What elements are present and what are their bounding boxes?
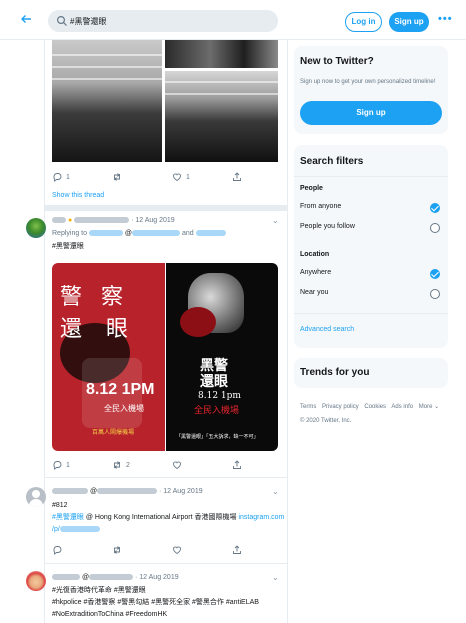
tweet-actions [52,545,278,557]
radio-checked-icon[interactable] [430,203,440,213]
hashtag-link[interactable]: #黑警還眼 [52,242,84,252]
filter-anywhere[interactable]: Anywhere [300,267,442,281]
top-bar: Log in Sign up ••• [0,0,466,40]
new-to-twitter-card: New to Twitter? Sign up now to get your … [294,46,448,134]
filter-near-you[interactable]: Near you [300,287,442,301]
radio-unchecked-icon[interactable] [430,289,440,299]
reply-count: 1 [66,173,70,181]
location-label: Location [300,251,330,258]
avatar[interactable] [26,487,46,507]
retweet-button[interactable] [112,545,122,555]
footer-link-cookies[interactable]: Cookies [364,404,386,410]
instagram-link[interactable]: instagram.com [238,514,284,521]
divider [45,477,287,478]
reply-icon [53,173,62,182]
footer-link-ads[interactable]: Ads info [391,404,413,410]
hashtag-links[interactable]: #hkpolice #香港警察 #警黑勾結 #黑警死全家 #警黑合作 #anti… [52,598,259,608]
signup-button[interactable]: Sign up [300,101,442,125]
retweet-icon [114,546,120,554]
retweet-icon [114,173,120,181]
card-text: Sign up now to get your own personalized… [300,79,436,85]
filter-people-you-follow[interactable]: People you follow [300,221,442,235]
like-button[interactable] [172,460,182,470]
tweet-photo[interactable] [165,40,278,68]
tweet-media[interactable]: 警 察 還 眼 8.12 1PM 全民入機場 百萬人鬧爆機場 黑警 還眼 8.1… [52,263,278,451]
card-title: Search filters [300,156,364,167]
footer-links: Terms Privacy policy Cookies Ads info Mo… [300,403,443,410]
avatar[interactable] [26,571,46,591]
tweet-header: @ · 12 Aug 2019 [52,487,203,497]
share-button[interactable] [232,545,242,555]
people-label: People [300,185,323,192]
retweet-button[interactable]: 2 [112,460,130,470]
tweet-actions: 1 2 [52,460,278,472]
share-button[interactable] [232,172,242,182]
footer-link-terms[interactable]: Terms [300,404,316,410]
search-box[interactable] [48,10,278,32]
reply-button[interactable] [52,545,62,555]
footer-link-more[interactable]: More ⌄ [419,404,439,410]
avatar[interactable] [26,218,46,238]
hashtag-link[interactable]: #黑警還眼 [52,514,84,521]
share-button[interactable] [232,460,242,470]
heart-icon [173,461,181,470]
like-button[interactable] [172,545,182,555]
search-filters-card: Search filters People From anyone People… [294,145,448,348]
login-button[interactable]: Log in [345,12,382,32]
heart-icon [173,546,181,555]
divider [45,205,287,211]
tweet-actions: 1 1 [52,172,278,184]
card-title: Trends for you [300,367,370,378]
signup-button-header[interactable]: Sign up [389,12,429,32]
replying-to: Replying to @ and [52,229,226,239]
footer-link-privacy[interactable]: Privacy policy [322,404,359,410]
tweet-photo-grid[interactable] [52,40,278,162]
share-icon [233,545,241,554]
tweet-link-line[interactable]: /p/ [52,525,100,535]
poster-right[interactable]: 黑警 還眼 8.12 1pm 全民入機場 「黑警還眼」「五大訴求，缺一不可」 [166,263,278,451]
reply-button[interactable]: 1 [52,460,70,470]
tweet-photo[interactable] [165,71,278,162]
share-icon [233,172,241,181]
trends-card: Trends for you [294,358,448,388]
copyright: © 2020 Twitter, Inc. [300,418,352,424]
search-icon [56,15,67,26]
divider [45,563,287,564]
like-count: 1 [186,173,190,181]
chevron-down-icon[interactable]: ⌄ [272,487,279,496]
share-icon [233,460,241,469]
reply-count: 1 [66,461,70,469]
tweet-text: #黑警還眼 @ Hong Kong International Airport … [52,514,285,521]
filter-from-anyone[interactable]: From anyone [300,201,442,215]
radio-checked-icon[interactable] [430,269,440,279]
more-options-icon[interactable]: ••• [438,13,453,25]
tweet-header: @ · 12 Aug 2019 [52,573,179,583]
chevron-down-icon[interactable]: ⌄ [272,573,279,582]
search-input[interactable] [70,13,270,29]
hashtag-links[interactable]: #光復香港時代革命 #黑警還眼 [52,586,146,596]
back-arrow-icon[interactable] [20,12,32,28]
retweet-count: 2 [126,461,130,469]
tweet-photo[interactable] [52,40,162,162]
hashtag-links[interactable]: #NoExtraditionToChina #FreedomHK [52,610,167,620]
retweet-icon [114,461,120,469]
card-title: New to Twitter? [300,56,374,67]
reply-icon [53,546,62,555]
tweet-text-line: #812 [52,502,68,509]
tweet-date: · 12 Aug 2019 [131,217,175,224]
reply-button[interactable]: 1 [52,172,70,182]
tweet-header: ● · 12 Aug 2019 [52,216,175,226]
retweet-button[interactable] [112,172,126,182]
heart-icon [173,173,181,182]
advanced-search-link[interactable]: Advanced search [300,326,354,333]
show-thread-link[interactable]: Show this thread [52,192,104,199]
chevron-down-icon[interactable]: ⌄ [272,216,279,225]
tweet-date: · 12 Aug 2019 [159,488,203,495]
poster-left[interactable]: 警 察 還 眼 8.12 1PM 全民入機場 百萬人鬧爆機場 [52,263,165,451]
reply-icon [53,461,62,470]
radio-unchecked-icon[interactable] [430,223,440,233]
like-button[interactable]: 1 [172,172,190,182]
tweet-date: · 12 Aug 2019 [135,574,179,581]
